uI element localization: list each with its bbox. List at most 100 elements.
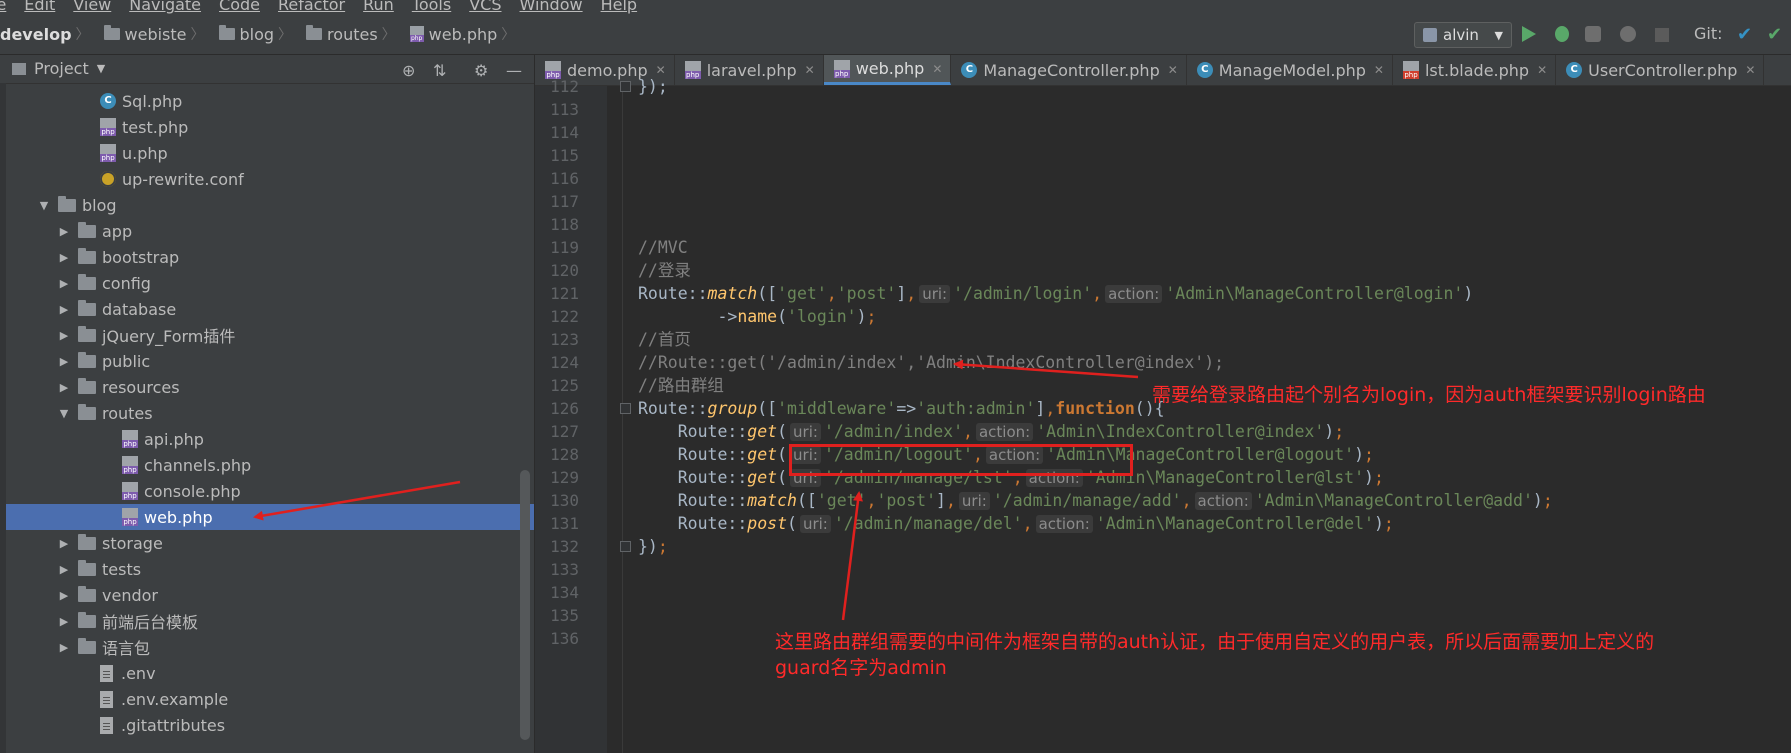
tree-item[interactable]: ▶ database bbox=[0, 296, 534, 322]
tree-item[interactable]: u.php bbox=[0, 140, 534, 166]
tab-label: web.php bbox=[855, 59, 925, 78]
collapse-all-icon[interactable]: ⇅ bbox=[433, 61, 446, 80]
run-configuration-select[interactable]: alvin ▼ bbox=[1414, 22, 1512, 48]
tab-usercontroller-php[interactable]: C UserController.php ✕ bbox=[1556, 55, 1765, 85]
chevron-right-icon[interactable]: ▶ bbox=[58, 641, 70, 654]
tree-item-label: vendor bbox=[102, 585, 158, 605]
chevron-right-icon[interactable]: ▶ bbox=[58, 303, 70, 316]
tree-item[interactable]: C Sql.php bbox=[0, 88, 534, 114]
tree-item[interactable]: ▶ storage bbox=[0, 530, 534, 556]
tab-label: laravel.php bbox=[706, 60, 797, 80]
menu-item[interactable]: Window bbox=[520, 0, 583, 14]
run-icon[interactable] bbox=[1522, 26, 1536, 42]
tree-item[interactable]: console.php bbox=[0, 478, 534, 504]
line-number: 127 bbox=[550, 422, 579, 441]
tree-item[interactable]: ▶ bootstrap bbox=[0, 244, 534, 270]
menu-item[interactable]: Edit bbox=[24, 0, 55, 14]
menu-item[interactable]: Tools bbox=[412, 0, 451, 14]
tree-item[interactable]: ▶ app bbox=[0, 218, 534, 244]
close-icon[interactable]: ✕ bbox=[1537, 63, 1547, 77]
hide-icon[interactable]: — bbox=[506, 61, 522, 80]
close-icon[interactable]: ✕ bbox=[932, 62, 942, 76]
menu-item[interactable]: Navigate bbox=[129, 0, 201, 14]
menu-item[interactable]: Help bbox=[601, 0, 637, 14]
tree-item[interactable]: ▶ 语言包 bbox=[0, 634, 534, 660]
chevron-right-icon[interactable]: ▶ bbox=[58, 277, 70, 290]
tree-item[interactable]: ▶ tests bbox=[0, 556, 534, 582]
breadcrumb-item-develop[interactable]: develop 〉 bbox=[0, 24, 90, 44]
chevron-down-icon[interactable]: ▼ bbox=[58, 407, 70, 420]
menu-item[interactable]: VCS bbox=[469, 0, 501, 14]
chevron-right-icon[interactable]: ▶ bbox=[58, 381, 70, 394]
tree-item[interactable]: ▶ 前端后台模板 bbox=[0, 608, 534, 634]
fold-marker-icon[interactable] bbox=[620, 541, 631, 552]
tree-item[interactable]: ▶ vendor bbox=[0, 582, 534, 608]
menu-item[interactable]: Refactor bbox=[278, 0, 345, 14]
tree-item[interactable]: ▶ config bbox=[0, 270, 534, 296]
menu-item[interactable]: View bbox=[73, 0, 111, 14]
breadcrumb-item-web-php[interactable]: web.php〉 bbox=[402, 24, 515, 44]
gear-icon[interactable]: ⚙ bbox=[474, 61, 488, 80]
tree-item[interactable]: .env bbox=[0, 660, 534, 686]
chevron-right-icon[interactable]: ▶ bbox=[58, 537, 70, 550]
chevron-right-icon[interactable]: ▶ bbox=[58, 615, 70, 628]
line-number: 120 bbox=[550, 261, 579, 280]
tab-web-php[interactable]: web.php ✕ bbox=[823, 55, 952, 85]
close-icon[interactable]: ✕ bbox=[1374, 63, 1384, 77]
stop-icon[interactable] bbox=[1655, 28, 1669, 42]
chevron-right-icon[interactable]: ▶ bbox=[58, 589, 70, 602]
debug-icon[interactable] bbox=[1555, 26, 1569, 42]
tree-item[interactable]: ▶ public bbox=[0, 348, 534, 374]
breadcrumb-item-webiste[interactable]: webiste 〉 bbox=[96, 24, 205, 44]
tree-item[interactable]: channels.php bbox=[0, 452, 534, 478]
tab-managecontroller-php[interactable]: C ManageController.php ✕ bbox=[951, 55, 1187, 85]
close-icon[interactable]: ✕ bbox=[1168, 63, 1178, 77]
breadcrumb-label: develop bbox=[0, 24, 72, 44]
chevron-right-icon[interactable]: ▶ bbox=[58, 251, 70, 264]
tree-item[interactable]: up-rewrite.conf bbox=[0, 166, 534, 192]
menu-item[interactable]: Run bbox=[363, 0, 394, 14]
git-update-icon[interactable]: ✔ bbox=[1737, 24, 1752, 45]
project-scrollbar[interactable] bbox=[520, 470, 530, 740]
tree-item-label: u.php bbox=[122, 143, 168, 163]
tab-managemodel-php[interactable]: C ManageModel.php ✕ bbox=[1187, 55, 1393, 85]
project-view-selector[interactable]: Project ▼ bbox=[12, 59, 105, 78]
line-number: 119 bbox=[550, 238, 579, 257]
tab-lst-blade-php[interactable]: lst.blade.php ✕ bbox=[1393, 55, 1557, 85]
tree-item[interactable]: ▶ resources bbox=[0, 374, 534, 400]
reload-icon[interactable] bbox=[1620, 26, 1636, 42]
code-line: }); bbox=[638, 77, 668, 96]
folder-icon bbox=[78, 403, 96, 420]
menu-item[interactable]: Code bbox=[219, 0, 260, 14]
chevron-right-icon[interactable]: ▶ bbox=[58, 329, 70, 342]
chevron-right-icon[interactable]: ▶ bbox=[58, 563, 70, 576]
tree-item[interactable]: web.php bbox=[6, 504, 534, 530]
fold-marker-icon[interactable] bbox=[620, 81, 631, 92]
breadcrumb-item-routes[interactable]: routes 〉 bbox=[298, 24, 396, 44]
chevron-right-icon[interactable]: ▶ bbox=[58, 225, 70, 238]
chevron-down-icon[interactable]: ▼ bbox=[38, 199, 50, 212]
tree-item[interactable]: ▼ blog bbox=[0, 192, 534, 218]
tab-laravel-php[interactable]: laravel.php ✕ bbox=[675, 55, 824, 85]
tree-item-label: database bbox=[102, 299, 177, 319]
git-commit-icon[interactable]: ✔ bbox=[1767, 24, 1782, 45]
tree-item-label: up-rewrite.conf bbox=[122, 169, 244, 189]
chevron-right-icon[interactable]: ▶ bbox=[58, 355, 70, 368]
close-icon[interactable]: ✕ bbox=[1745, 63, 1755, 77]
tree-item[interactable]: .gitattributes bbox=[0, 712, 534, 738]
menu-item[interactable]: le bbox=[0, 0, 6, 14]
tree-item[interactable]: ▶ jQuery_Form插件 bbox=[0, 322, 534, 348]
breadcrumb-item-blog[interactable]: blog 〉 bbox=[211, 24, 292, 44]
folder-icon bbox=[58, 195, 76, 212]
tree-item[interactable]: api.php bbox=[0, 426, 534, 452]
coverage-icon[interactable] bbox=[1585, 26, 1601, 42]
locate-icon[interactable]: ⊕ bbox=[402, 61, 415, 80]
project-icon bbox=[12, 62, 26, 75]
menu-bar: le Edit View Navigate Code Refactor Run Tools VC… bbox=[0, 0, 1791, 14]
tree-item[interactable]: test.php bbox=[0, 114, 534, 140]
tree-item[interactable]: ▼ routes bbox=[0, 400, 534, 426]
fold-marker-icon[interactable] bbox=[620, 403, 631, 414]
line-number: 117 bbox=[550, 192, 579, 211]
tree-item[interactable]: .env.example bbox=[0, 686, 534, 712]
close-icon[interactable]: ✕ bbox=[805, 63, 815, 77]
